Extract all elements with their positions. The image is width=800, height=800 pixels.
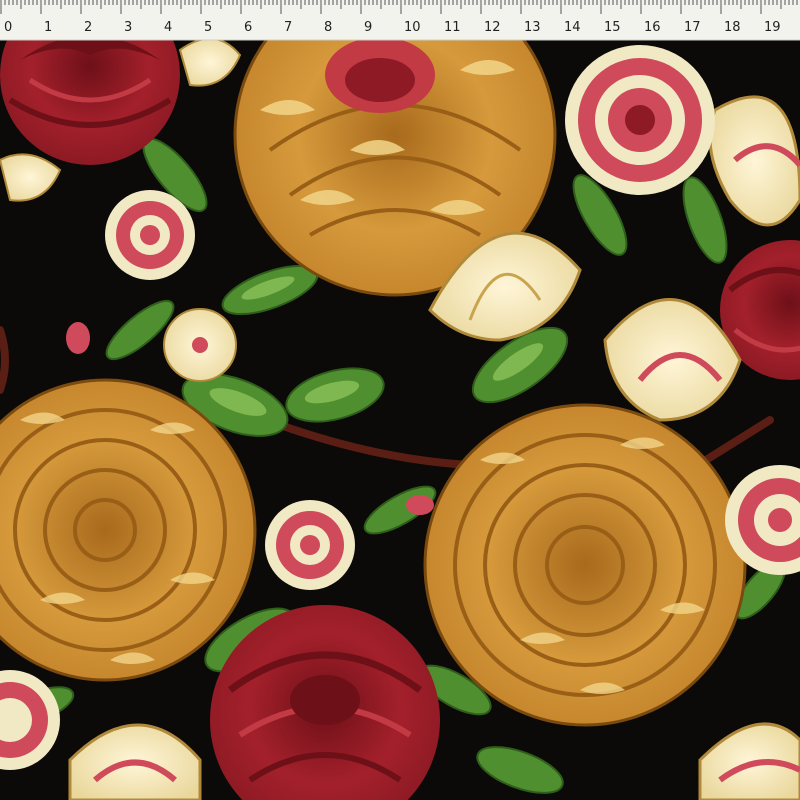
pink-carnation-small-top [105, 190, 195, 280]
ruler-label: 17 [684, 20, 701, 35]
ruler-label: 4 [164, 20, 172, 35]
golden-peony-right [423, 403, 747, 727]
ruler-label: 14 [564, 20, 581, 35]
fabric-swatch: 0123456789101112131415161718192 [0, 0, 800, 800]
measuring-ruler: 0123456789101112131415161718192 [0, 0, 800, 41]
ruler-label: 8 [324, 20, 332, 35]
ruler-label: 15 [604, 20, 621, 35]
ruler-label: 0 [4, 20, 12, 35]
ruler-label: 9 [364, 20, 372, 35]
ruler-label: 10 [404, 20, 421, 35]
ruler-label: 12 [484, 20, 501, 35]
ruler-label: 19 [764, 20, 781, 35]
ruler-label: 7 [284, 20, 292, 35]
ruler-label: 13 [524, 20, 541, 35]
pink-carnation-small-center [265, 500, 355, 590]
ruler-label: 18 [724, 20, 741, 35]
pink-carnation-top-right [565, 45, 715, 195]
small-white-blossom [163, 308, 237, 382]
ruler-label: 11 [444, 20, 461, 35]
ruler-label: 5 [204, 20, 212, 35]
ruler-label: 16 [644, 20, 661, 35]
ruler-label: 6 [244, 20, 252, 35]
floral-pattern: 0123456789101112131415161718192 [0, 0, 800, 800]
ruler-label: 1 [44, 20, 52, 35]
ruler-label: 3 [124, 20, 132, 35]
ruler-label: 2 [84, 20, 92, 35]
